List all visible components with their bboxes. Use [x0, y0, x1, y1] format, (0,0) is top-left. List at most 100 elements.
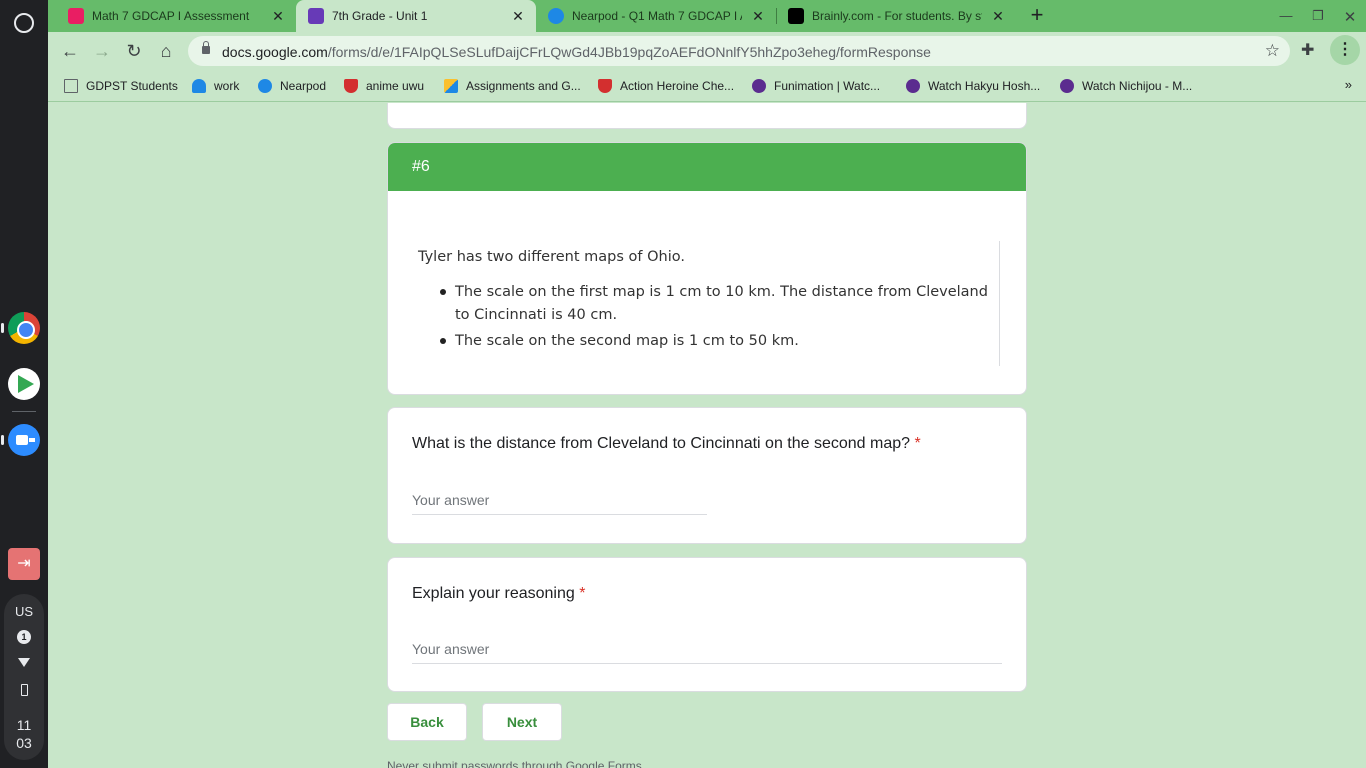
back-button[interactable]: Back	[387, 703, 467, 741]
next-button[interactable]: Next	[482, 703, 562, 741]
bookmark-nichijou[interactable]: Watch Nichijou - M...	[1060, 77, 1192, 95]
funimation-bookmark-icon	[906, 79, 920, 93]
tab-nearpod[interactable]: Nearpod - Q1 Math 7 GDCAP I A ✕	[536, 0, 776, 32]
close-tab-icon[interactable]: ✕	[510, 8, 526, 25]
tab-title: 7th Grade - Unit 1	[332, 9, 428, 23]
section-card: #6 Tyler has two different maps of Ohio.…	[387, 142, 1027, 395]
running-indicator	[1, 323, 4, 333]
tab-math7-assessment[interactable]: Math 7 GDCAP I Assessment ✕	[56, 0, 296, 32]
extensions-puzzle-icon[interactable]: ✚	[1301, 40, 1314, 60]
passage-image: Tyler has two different maps of Ohio. Th…	[418, 241, 1000, 366]
shield-bookmark-icon	[344, 79, 358, 93]
question-title: What is the distance from Cleveland to C…	[412, 435, 921, 453]
bookmark-nearpod[interactable]: Nearpod	[258, 77, 326, 95]
notification-badge: 1	[17, 630, 31, 644]
battery-icon	[21, 684, 28, 696]
tab-7th-grade-unit1[interactable]: 7th Grade - Unit 1 ✕	[296, 0, 536, 32]
play-store-icon[interactable]	[8, 368, 40, 400]
passage-intro: Tyler has two different maps of Ohio.	[418, 249, 685, 265]
address-bar[interactable]: docs.google.com/forms/d/e/1FAIpQLSeSLufD…	[188, 36, 1290, 66]
bookmark-label: GDPST Students	[86, 79, 178, 93]
zoom-app-icon[interactable]	[8, 424, 40, 456]
restore-icon[interactable]: ❐	[1310, 8, 1326, 24]
bookmark-work[interactable]: work	[192, 77, 239, 95]
bookmark-label: work	[214, 79, 240, 93]
question-text: What is the distance from Cleveland to C…	[412, 435, 911, 452]
distance-answer-input[interactable]	[412, 488, 707, 515]
bookmark-label: Action Heroine Che...	[620, 79, 735, 93]
bookmarks-bar: GDPST Students work Nearpod anime uwu As…	[48, 70, 1366, 102]
launcher-icon[interactable]	[14, 13, 34, 33]
forms-favicon-icon	[308, 8, 324, 24]
passage-list: The scale on the first map is 1 cm to 10…	[418, 281, 999, 353]
folder-icon	[64, 79, 78, 93]
clock-minute: 03	[16, 735, 32, 751]
nearpod-bookmark-icon	[258, 79, 272, 93]
more-bookmarks-chevron-icon[interactable]: »	[1345, 77, 1352, 92]
running-indicator	[1, 435, 4, 445]
back-arrow-icon[interactable]: ←	[58, 39, 82, 63]
question-text: Explain your reasoning	[412, 585, 575, 602]
keyboard-language: US	[14, 604, 34, 619]
shelf-divider	[12, 411, 36, 412]
browser-frame: Math 7 GDCAP I Assessment ✕ 7th Grade - …	[48, 0, 1366, 102]
close-tab-icon[interactable]: ✕	[750, 8, 766, 25]
url-path: /forms/d/e/1FAIpQLSeSLufDaijCFrLQwGd4JBb…	[327, 44, 931, 60]
tab-title: Math 7 GDCAP I Assessment	[92, 9, 250, 23]
url-text[interactable]: docs.google.com/forms/d/e/1FAIpQLSeSLufD…	[222, 44, 931, 60]
new-tab-button[interactable]: +	[1025, 4, 1049, 28]
classroom-favicon-icon	[68, 8, 84, 24]
bookmark-gdpst-students[interactable]: GDPST Students	[64, 77, 178, 95]
reasoning-answer-input[interactable]	[412, 637, 1002, 664]
previous-card-edge	[387, 103, 1027, 129]
brainly-favicon-icon	[788, 8, 804, 24]
bookmark-funimation[interactable]: Funimation | Watc...	[752, 77, 880, 95]
tab-strip: Math 7 GDCAP I Assessment ✕ 7th Grade - …	[48, 0, 1366, 32]
bookmark-label: anime uwu	[366, 79, 425, 93]
bookmark-hakyu-hosh[interactable]: Watch Hakyu Hosh...	[906, 77, 1040, 95]
tab-title: Brainly.com - For students. By st	[812, 9, 982, 23]
work-bookmark-icon	[192, 79, 206, 93]
minimize-icon[interactable]: —	[1278, 8, 1294, 23]
question-title: Explain your reasoning *	[412, 585, 585, 603]
drive-bookmark-icon	[444, 79, 458, 93]
chromeos-shelf: ⇥ US 1 11 03	[0, 0, 48, 768]
form-page: #6 Tyler has two different maps of Ohio.…	[48, 103, 1366, 768]
tab-brainly[interactable]: Brainly.com - For students. By st ✕	[776, 0, 1016, 32]
home-icon[interactable]: ⌂	[154, 39, 178, 63]
wifi-icon	[18, 658, 30, 667]
bookmark-assignments[interactable]: Assignments and G...	[444, 77, 581, 95]
close-window-icon[interactable]: ✕	[1342, 8, 1358, 26]
browser-toolbar: ← → ↻ ⌂ docs.google.com/forms/d/e/1FAIpQ…	[48, 32, 1366, 70]
clock-hour: 11	[16, 717, 32, 733]
bookmark-action-heroine[interactable]: Action Heroine Che...	[598, 77, 734, 95]
passage-bullet: The scale on the second map is 1 cm to 5…	[440, 330, 999, 353]
shield-bookmark-icon	[598, 79, 612, 93]
browser-menu-icon[interactable]: ⋮	[1330, 35, 1360, 65]
bookmark-label: Nearpod	[280, 79, 327, 93]
funimation-bookmark-icon	[1060, 79, 1074, 93]
bookmark-label: Assignments and G...	[466, 79, 581, 93]
chrome-app-icon[interactable]	[8, 312, 40, 344]
bookmark-label: Watch Hakyu Hosh...	[928, 79, 1041, 93]
url-host: docs.google.com	[222, 44, 328, 60]
close-tab-icon[interactable]: ✕	[990, 8, 1006, 25]
tab-title: Nearpod - Q1 Math 7 GDCAP I A	[572, 9, 742, 23]
question-card-reasoning: Explain your reasoning *	[387, 557, 1027, 692]
bookmark-label: Funimation | Watc...	[774, 79, 881, 93]
exit-app-icon[interactable]: ⇥	[8, 548, 40, 580]
nearpod-favicon-icon	[548, 8, 564, 24]
forward-arrow-icon[interactable]: →	[90, 39, 114, 63]
lock-icon[interactable]	[202, 41, 210, 54]
reload-icon[interactable]: ↻	[122, 39, 146, 63]
bookmark-star-icon[interactable]: ☆	[1265, 41, 1280, 61]
bookmark-anime-uwu[interactable]: anime uwu	[344, 77, 424, 95]
status-tray[interactable]: US 1 11 03	[4, 594, 44, 760]
close-tab-icon[interactable]: ✕	[270, 8, 286, 25]
passage-bullet: The scale on the first map is 1 cm to 10…	[440, 281, 999, 327]
bookmark-label: Watch Nichijou - M...	[1082, 79, 1193, 93]
required-asterisk: *	[579, 585, 586, 602]
required-asterisk: *	[914, 435, 921, 452]
funimation-bookmark-icon	[752, 79, 766, 93]
password-warning: Never submit passwords through Google Fo…	[387, 759, 646, 768]
